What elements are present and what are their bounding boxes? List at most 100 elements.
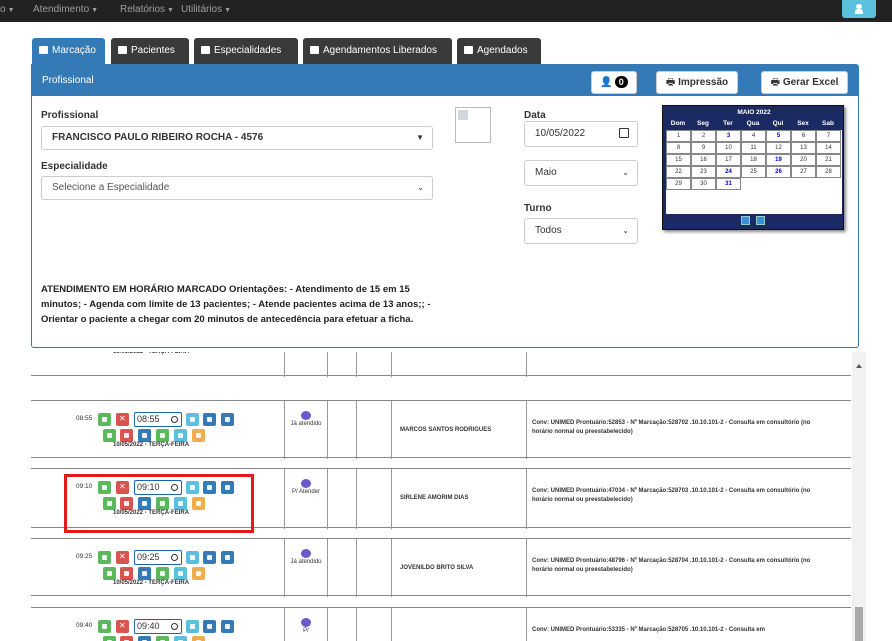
calendar-day[interactable]: 28: [816, 166, 841, 178]
user-icon[interactable]: [174, 636, 187, 641]
delete-icon[interactable]: [116, 551, 129, 564]
calendar-day[interactable]: 26: [766, 166, 791, 178]
calendar-day[interactable]: 20: [791, 154, 816, 166]
calendar-day[interactable]: 5: [766, 130, 791, 142]
calendar-day[interactable]: 14: [816, 142, 841, 154]
calendar-dow: Qui: [772, 120, 784, 127]
chevron-down-icon[interactable]: [186, 413, 199, 426]
clear-icon[interactable]: [120, 567, 133, 580]
clear-icon[interactable]: [120, 429, 133, 442]
calendar-day[interactable]: 27: [791, 166, 816, 178]
volume-icon[interactable]: [103, 429, 116, 442]
table-scrollbar[interactable]: [852, 352, 866, 641]
swap-icon[interactable]: [221, 551, 234, 564]
print-icon[interactable]: [138, 429, 151, 442]
column-divider: [356, 469, 357, 529]
calendar-day[interactable]: 13: [791, 142, 816, 154]
calendar-day[interactable]: 30: [691, 178, 716, 190]
date-input[interactable]: 10/05/2022: [524, 121, 638, 147]
nav-item-relatorios[interactable]: Relatórios ▼: [120, 4, 174, 15]
calendar-day[interactable]: 10: [716, 142, 741, 154]
print-icon[interactable]: [138, 567, 151, 580]
calendar-day[interactable]: 11: [741, 142, 766, 154]
appointment-description: Conv: UNIMED Prontuário:47034 - Nº Marca…: [532, 488, 811, 503]
tab-marcacao[interactable]: Marcação: [32, 38, 105, 64]
calendar-day[interactable]: 15: [666, 154, 691, 166]
delete-icon[interactable]: [116, 413, 129, 426]
refresh-icon[interactable]: [203, 413, 216, 426]
appointment-description: Conv: UNIMED Prontuário:53335 - Nº Marca…: [532, 627, 765, 633]
tab-especialidades[interactable]: Especialidades: [194, 38, 298, 64]
nav-item-utilitarios[interactable]: Utilitários ▼: [181, 4, 231, 15]
patient-name: SIRLENE AMORIM DIAS: [400, 495, 469, 501]
mobile-icon[interactable]: [156, 429, 169, 442]
tab-pacientes[interactable]: Pacientes: [111, 38, 189, 64]
delete-icon[interactable]: [116, 620, 129, 633]
calendar-day[interactable]: 17: [716, 154, 741, 166]
edit-icon[interactable]: [98, 413, 111, 426]
calendar-day[interactable]: 18: [741, 154, 766, 166]
calendar-day[interactable]: 2: [691, 130, 716, 142]
calendar-day[interactable]: 23: [691, 166, 716, 178]
tab-agendados[interactable]: Agendados: [457, 38, 541, 64]
time-label: 09:25: [76, 553, 93, 560]
excel-button[interactable]: 🖶 Gerar Excel: [761, 71, 848, 94]
mobile-icon[interactable]: [156, 636, 169, 641]
chevron-down-icon[interactable]: [186, 551, 199, 564]
calendar-day[interactable]: 29: [666, 178, 691, 190]
calendar-day[interactable]: 21: [816, 154, 841, 166]
refresh-icon[interactable]: [203, 551, 216, 564]
edit-icon[interactable]: [98, 551, 111, 564]
edit-icon[interactable]: [98, 620, 111, 633]
calendar-day[interactable]: 8: [666, 142, 691, 154]
calendar-day[interactable]: 19: [766, 154, 791, 166]
calendar-day[interactable]: 9: [691, 142, 716, 154]
volume-icon[interactable]: [103, 636, 116, 641]
nav-item-partial[interactable]: o ▼: [0, 4, 15, 15]
especialidade-select[interactable]: Selecione a Especialidade ⌄: [41, 176, 433, 200]
calendar-day[interactable]: 25: [741, 166, 766, 178]
refresh-icon[interactable]: [203, 620, 216, 633]
mobile-icon[interactable]: [156, 567, 169, 580]
month-select[interactable]: Maio ⌄: [524, 160, 638, 186]
user-icon[interactable]: [174, 429, 187, 442]
calendar-prev-arrow-icon[interactable]: [741, 216, 750, 225]
calendar-next-arrow-icon[interactable]: [756, 216, 765, 225]
orientacoes-text: ATENDIMENTO EM HORÁRIO MARCADO Orientaçõ…: [41, 284, 431, 325]
calendar-day[interactable]: 22: [666, 166, 691, 178]
turno-select[interactable]: Todos ⌄: [524, 218, 638, 244]
user-icon[interactable]: [174, 567, 187, 580]
time-input[interactable]: 08:55: [134, 412, 182, 427]
clear-icon[interactable]: [120, 636, 133, 641]
user-alt-icon[interactable]: [192, 429, 205, 442]
scrollbar-thumb[interactable]: [855, 607, 863, 641]
chevron-down-icon[interactable]: [186, 620, 199, 633]
time-input[interactable]: 09:40: [134, 619, 182, 634]
calendar-day[interactable]: 31: [716, 178, 741, 190]
user-menu-button[interactable]: [842, 0, 876, 18]
calendar-day[interactable]: 24: [716, 166, 741, 178]
calendar-day[interactable]: 3: [716, 130, 741, 142]
calendar-day[interactable]: 12: [766, 142, 791, 154]
swap-icon[interactable]: [221, 413, 234, 426]
print-button[interactable]: 🖶 Impressão: [656, 71, 738, 94]
patient-count-button[interactable]: 👤 0: [591, 71, 637, 94]
print-icon[interactable]: [138, 636, 151, 641]
calendar-day[interactable]: 6: [791, 130, 816, 142]
calendar-day[interactable]: 4: [741, 130, 766, 142]
volume-icon[interactable]: [103, 567, 116, 580]
calendar-day[interactable]: 1: [666, 130, 691, 142]
swap-icon[interactable]: [221, 620, 234, 633]
calendar-day[interactable]: 7: [816, 130, 841, 142]
scroll-up-arrow-icon[interactable]: [856, 364, 862, 368]
nav-item-atendimento[interactable]: Atendimento ▼: [33, 4, 98, 15]
time-input[interactable]: 09:25: [134, 550, 182, 565]
user-alt-icon[interactable]: [192, 567, 205, 580]
user-alt-icon[interactable]: [192, 636, 205, 641]
column-divider: [284, 539, 285, 597]
profissional-select[interactable]: FRANCISCO PAULO RIBEIRO ROCHA - 4576 ▼: [41, 126, 433, 150]
calendar-day[interactable]: 16: [691, 154, 716, 166]
tab-agendamentos-liberados[interactable]: Agendamentos Liberados: [303, 38, 452, 64]
chevron-down-icon: ▼: [416, 133, 424, 142]
column-divider: [391, 469, 392, 529]
